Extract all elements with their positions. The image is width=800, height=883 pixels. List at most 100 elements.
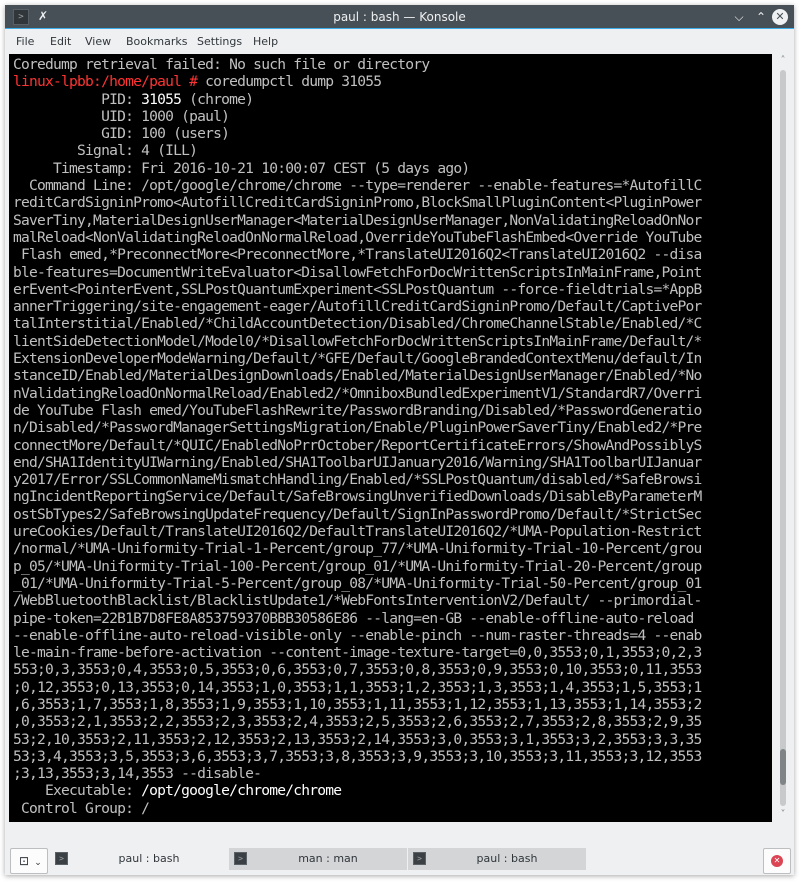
scroll-up-icon[interactable]: ˄ [774, 54, 792, 68]
tab-label: paul : bash [476, 852, 538, 865]
terminal-text: nValidatingReloadOnNormalReload/Enabled2… [13, 384, 702, 402]
terminal-line: ,6,3553;1,7,3553;1,8,3553;1,9,3553;1,10,… [13, 696, 772, 713]
terminal-icon: > [234, 852, 247, 865]
chevron-down-icon: ⌵ [734, 10, 744, 24]
tab-man-man[interactable]: > man : man [229, 848, 407, 870]
new-tab-button[interactable]: ⊡ ⌄ [10, 848, 48, 874]
new-tab-icon: ⊡ [18, 854, 30, 868]
terminal-line: ,0,3553;2,1,3553;2,2,3553;2,3,3553;2,4,3… [13, 713, 772, 730]
menu-settings[interactable]: Settings [197, 30, 242, 54]
terminal-line: n/Disabled/*PasswordManagerSettingsMigra… [13, 419, 772, 436]
terminal-text: ostSbTypes2/SafeBrowsingUpdateFrequency/… [13, 505, 702, 523]
terminal-line: Timestamp: Fri 2016-10-21 10:00:07 CEST … [13, 160, 772, 177]
terminal-text: end/SHA1IdentityUIWarning/Enabled/SHA1To… [13, 453, 702, 471]
terminal-line: p_05/*UMA-Uniformity-Trial-100-Percent/g… [13, 558, 772, 575]
terminal-output[interactable]: Coredump retrieval failed: No such file … [9, 54, 772, 822]
title-bar[interactable]: > ✗ paul : bash — Konsole ⌵ ⌃ ✕ [5, 5, 794, 29]
chevron-up-icon: ⌃ [755, 10, 767, 24]
terminal-text: Control Group: / [13, 799, 150, 817]
close-window-button[interactable]: ✕ [772, 9, 788, 25]
terminal-line: stanceID/Enabled/MaterialDesignDownloads… [13, 367, 772, 384]
terminal-line: ble-features=DocumentWriteEvaluator<Disa… [13, 264, 772, 281]
close-icon: ✕ [775, 10, 785, 23]
terminal-text: reditCardSigninPromo<AutofillCreditCardS… [13, 194, 702, 212]
terminal-icon: > [413, 852, 426, 865]
scrollbar-track[interactable] [780, 70, 786, 806]
terminal-text: /normal/*UMA-Uniformity-Trial-1-Percent/… [13, 540, 702, 558]
terminal-text: 53;2,10,3553;2,11,3553;2,12,3553;2,13,35… [13, 730, 702, 748]
tab-bar: ⊡ ⌄ > paul : bash > man : man > paul : b… [5, 846, 794, 875]
close-icon: ✕ [771, 855, 783, 867]
maximize-button[interactable]: ⌃ [752, 8, 770, 26]
menu-file[interactable]: File [16, 30, 34, 54]
terminal-line: malReload<NonValidatingReloadOnNormalRel… [13, 229, 772, 246]
menu-bookmarks[interactable]: Bookmarks [126, 30, 187, 54]
window-title: paul : bash — Konsole [333, 10, 466, 24]
terminal-text: Timestamp: Fri 2016-10-21 10:00:07 CEST … [13, 159, 470, 177]
chevron-down-icon: ⌄ [34, 858, 42, 868]
terminal-text: coredumpctl dump 31055 [197, 73, 382, 91]
terminal-line: ureCookies/Default/TranslateUI2016Q2/Def… [13, 523, 772, 540]
terminal-line: annerTriggering/site-engagement-eager/Au… [13, 298, 772, 315]
terminal-line: linux-lpbb:/home/paul # coredumpctl dump… [13, 73, 772, 90]
terminal-text: ;3,13,3553;3,14,3553 --disable- [13, 765, 262, 783]
terminal-line: talInterstitial/Enabled/*ChildAccountDet… [13, 315, 772, 332]
menu-help[interactable]: Help [253, 30, 278, 54]
tab-label: paul : bash [118, 852, 180, 865]
tab-paul-bash-2[interactable]: > paul : bash [408, 848, 586, 870]
terminal-line: Coredump retrieval failed: No such file … [13, 56, 772, 73]
terminal-text: p_05/*UMA-Uniformity-Trial-100-Percent/g… [13, 557, 702, 575]
terminal-text: Executable: [13, 782, 142, 800]
terminal-line: GID: 100 (users) [13, 125, 772, 142]
terminal-line: pipe-token=22B1B7D8FE8A853759370BBB30586… [13, 610, 772, 627]
terminal-line: ostSbTypes2/SafeBrowsingUpdateFrequency/… [13, 506, 772, 523]
scrollbar[interactable]: ˄ ˅ [774, 54, 792, 822]
terminal-text: annerTriggering/site-engagement-eager/Au… [13, 298, 702, 316]
terminal-text: --enable-offline-auto-reload-visible-onl… [13, 626, 702, 644]
menu-edit[interactable]: Edit [50, 30, 71, 54]
terminal-line: connectMore/Default/*QUIC/EnabledNoPrrOc… [13, 437, 772, 454]
terminal-line: _01/*UMA-Uniformity-Trial-5-Percent/grou… [13, 575, 772, 592]
terminal-line: ExtensionDeveloperModeWarning/Default/*G… [13, 350, 772, 367]
terminal-text: erEvent<PointerEvent,SSLPostQuantumExper… [13, 280, 702, 298]
terminal-line: 553;0,3,3553;0,4,3553;0,5,3553;0,6,3553;… [13, 661, 772, 678]
menu-view[interactable]: View [85, 30, 111, 54]
terminal-text: de YouTube Flash emed/YouTubeFlashRewrit… [13, 401, 702, 419]
terminal-text: (chrome) [181, 90, 254, 108]
terminal-line: y2017/Error/SSLCommonNameMismatchHandlin… [13, 471, 772, 488]
terminal-text: /WebBluetoothBlacklist/BlacklistUpdate1/… [13, 592, 702, 610]
terminal-text: Signal: 4 (ILL) [13, 142, 198, 160]
tab-label: man : man [298, 852, 358, 865]
terminal-text: connectMore/Default/*QUIC/EnabledNoPrrOc… [13, 436, 702, 454]
terminal-line: ngIncidentReportingService/Default/SafeB… [13, 488, 772, 505]
close-tab-button[interactable]: ✕ [763, 848, 791, 874]
terminal-text: malReload<NonValidatingReloadOnNormalRel… [13, 228, 702, 246]
minimize-button[interactable]: ⌵ [730, 8, 748, 26]
terminal-line: /normal/*UMA-Uniformity-Trial-1-Percent/… [13, 540, 772, 557]
konsole-window: > ✗ paul : bash — Konsole ⌵ ⌃ ✕ File Edi… [5, 5, 794, 875]
terminal-text: /opt/google/chrome/chrome [141, 782, 342, 800]
terminal-text: n/Disabled/*PasswordManagerSettingsMigra… [13, 419, 702, 437]
terminal-line: nValidatingReloadOnNormalReload/Enabled2… [13, 385, 772, 402]
terminal-text: 53;3,4,3553;3,5,3553;3,6,3553;3,7,3553;3… [13, 747, 702, 765]
terminal-line: ;0,12,3553;0,13,3553;0,14,3553;1,0,3553;… [13, 679, 772, 696]
terminal-text: ngIncidentReportingService/Default/SafeB… [13, 488, 702, 506]
tab-paul-bash-1[interactable]: > paul : bash [50, 848, 228, 870]
terminal-text: Flash emed,*PreconnectMore<PreconnectMor… [13, 246, 702, 264]
terminal-text: ,6,3553;1,7,3553;1,8,3553;1,9,3553;1,10,… [13, 695, 702, 713]
terminal-text: pipe-token=22B1B7D8FE8A853759370BBB30586… [13, 609, 702, 627]
terminal-text: ureCookies/Default/TranslateUI2016Q2/Def… [13, 523, 702, 541]
terminal-line: de YouTube Flash emed/YouTubeFlashRewrit… [13, 402, 772, 419]
scrollbar-thumb[interactable] [780, 749, 786, 785]
terminal-text: 553;0,3,3553;0,4,3553;0,5,3553;0,6,3553;… [13, 661, 702, 679]
terminal-text: ,0,3553;2,1,3553;2,2,3553;2,3,3553;2,4,3… [13, 713, 702, 731]
terminal-text: ;0,12,3553;0,13,3553;0,14,3553;1,0,3553;… [13, 678, 702, 696]
terminal-text: ble-features=DocumentWriteEvaluator<Disa… [13, 263, 702, 281]
terminal-text: le-main-frame-before-activation --conten… [13, 644, 702, 662]
terminal-text: Command Line: /opt/google/chrome/chrome … [13, 177, 702, 195]
scroll-down-icon[interactable]: ˅ [774, 808, 792, 822]
terminal-text: y2017/Error/SSLCommonNameMismatchHandlin… [13, 471, 702, 489]
terminal-text: _01/*UMA-Uniformity-Trial-5-Percent/grou… [13, 574, 702, 592]
terminal-line: 53;3,4,3553;3,5,3553;3,6,3553;3,7,3553;3… [13, 748, 772, 765]
terminal-line: end/SHA1IdentityUIWarning/Enabled/SHA1To… [13, 454, 772, 471]
